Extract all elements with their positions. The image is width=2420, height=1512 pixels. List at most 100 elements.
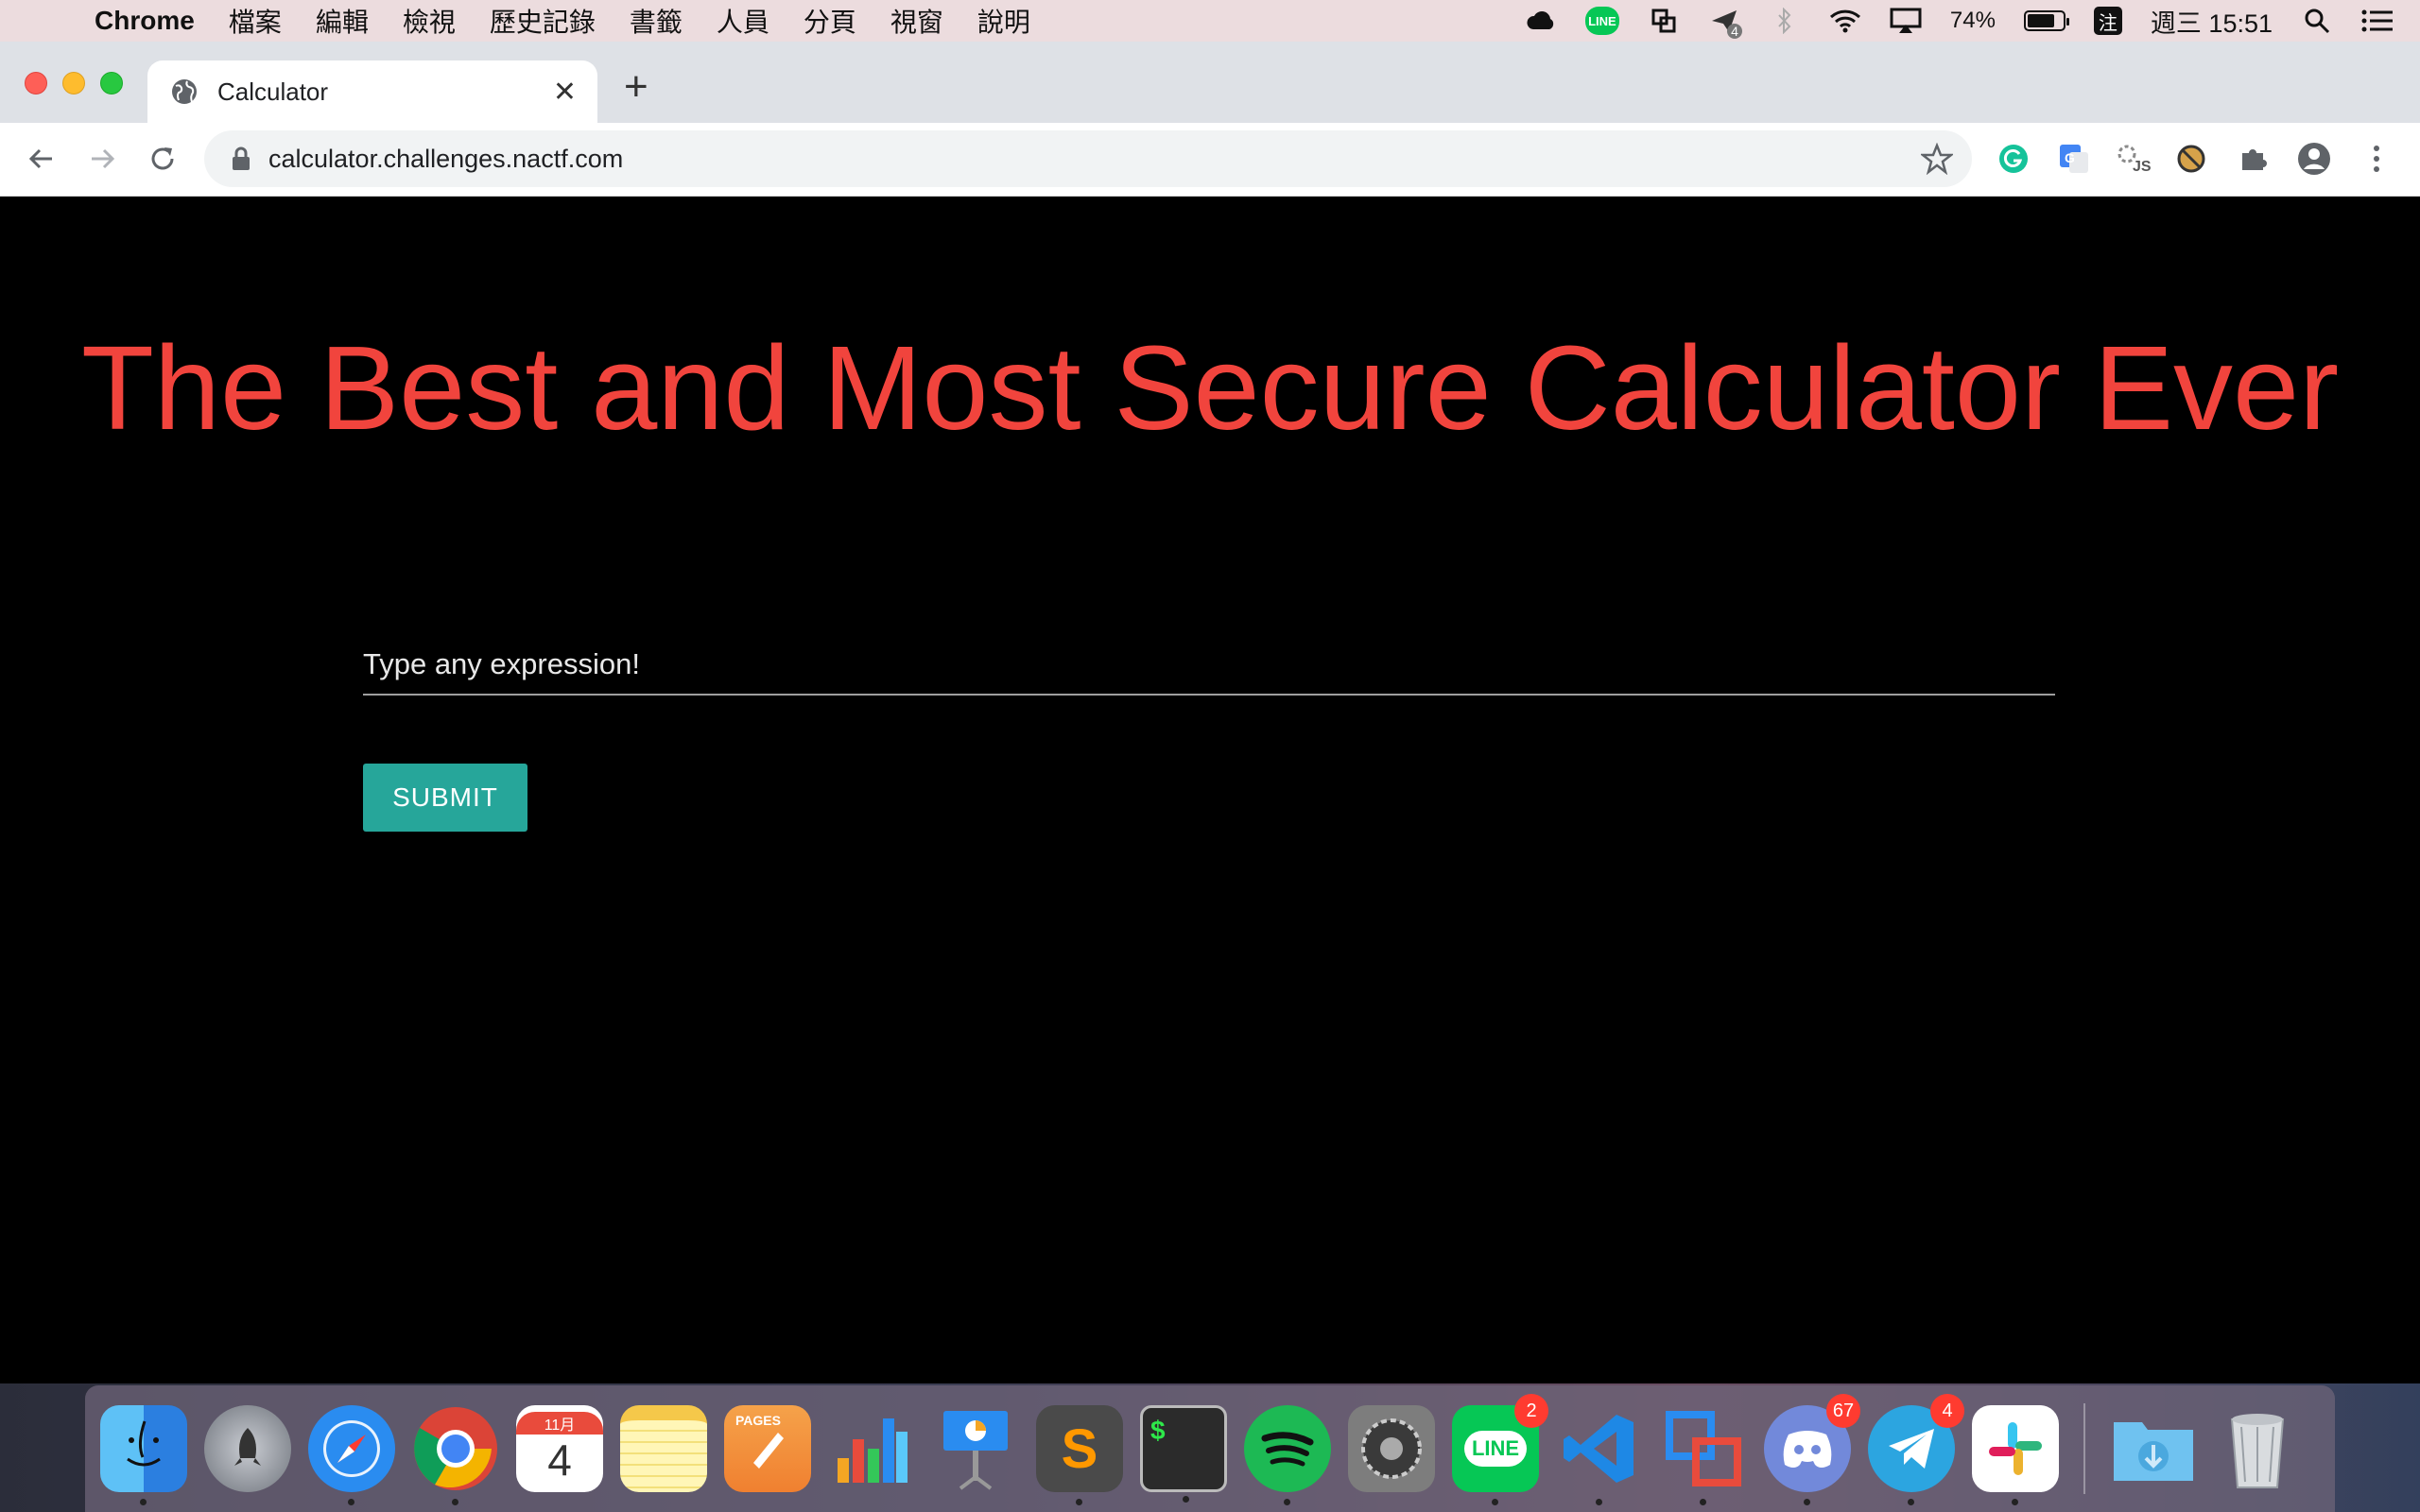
running-indicator: [1183, 1496, 1189, 1503]
cloud-sync-icon[interactable]: [1525, 7, 1557, 35]
dock-telegram[interactable]: 4: [1868, 1394, 1964, 1505]
address-bar[interactable]: calculator.challenges.nactf.com: [204, 130, 1972, 187]
menu-item-edit[interactable]: 編輯: [316, 2, 369, 40]
battery-icon[interactable]: [2023, 10, 2069, 31]
dock-system-preferences[interactable]: [1348, 1405, 1435, 1492]
notification-badge: 67: [1826, 1394, 1860, 1428]
browser-window: Calculator ✕ + calculator.challenges.nac…: [0, 42, 2420, 1383]
browser-toolbar: calculator.challenges.nactf.com G JS: [0, 123, 2420, 197]
menu-item-history[interactable]: 歷史記錄: [490, 2, 596, 40]
bookmark-star-icon[interactable]: [1921, 143, 1953, 175]
dock-pages[interactable]: PAGES: [724, 1405, 811, 1492]
running-indicator: [1804, 1499, 1810, 1505]
menu-item-help[interactable]: 說明: [977, 2, 1030, 40]
running-indicator: [348, 1499, 354, 1505]
battery-fill: [2027, 14, 2055, 27]
input-method-icon[interactable]: 注: [2093, 7, 2122, 35]
dock-line[interactable]: LINE 2: [1452, 1394, 1548, 1505]
back-button[interactable]: [21, 138, 62, 180]
profile-avatar-icon[interactable]: [2295, 140, 2333, 178]
menu-item-people[interactable]: 人員: [717, 2, 769, 40]
running-indicator: [140, 1499, 147, 1505]
globe-icon: [172, 79, 197, 104]
tab-title: Calculator: [217, 77, 329, 106]
extensions-puzzle-icon[interactable]: [2235, 140, 2273, 178]
menu-app-name[interactable]: Chrome: [95, 6, 195, 36]
menu-item-file[interactable]: 檔案: [229, 2, 282, 40]
running-indicator: [1284, 1499, 1290, 1505]
window-minimize-button[interactable]: [62, 72, 85, 94]
arrow-left-icon: [28, 148, 52, 169]
running-indicator: [1596, 1499, 1602, 1505]
dock-launchpad[interactable]: [204, 1405, 291, 1492]
reload-button[interactable]: [142, 138, 183, 180]
chrome-menu-icon[interactable]: [2358, 140, 2395, 178]
google-translate-icon[interactable]: G: [2055, 140, 2093, 178]
menu-item-view[interactable]: 檢視: [403, 2, 456, 40]
dock-slack[interactable]: [1972, 1405, 2059, 1505]
tab-calculator[interactable]: Calculator ✕: [147, 60, 597, 123]
dock-downloads[interactable]: [2110, 1405, 2197, 1492]
status-tray: LINE 4 74% 注 週三 15:51: [1525, 0, 2394, 42]
menu-item-bookmarks[interactable]: 書籤: [630, 2, 683, 40]
airplay-icon[interactable]: [1890, 7, 1922, 35]
slack-icon: [1989, 1422, 2042, 1475]
line-icon: LINE: [1463, 1431, 1528, 1467]
blocked-extension-icon[interactable]: [2172, 140, 2210, 178]
copy-clip-icon[interactable]: [1648, 7, 1680, 35]
dock-trash[interactable]: [2214, 1405, 2301, 1492]
forward-button[interactable]: [81, 138, 123, 180]
dock-chrome[interactable]: [412, 1405, 499, 1505]
spotlight-search-icon[interactable]: [2301, 7, 2333, 35]
discord-icon: [1783, 1431, 1832, 1468]
keynote-icon: [943, 1411, 1008, 1490]
dock-discord[interactable]: 67: [1764, 1394, 1860, 1505]
running-indicator: [1492, 1499, 1498, 1505]
dock-sublime-text[interactable]: S: [1036, 1405, 1123, 1505]
running-indicator: [1908, 1499, 1914, 1505]
url-text[interactable]: calculator.challenges.nactf.com: [268, 145, 1921, 174]
calendar-month: 11月: [516, 1412, 603, 1435]
dock-vmware[interactable]: [1660, 1405, 1747, 1505]
line-tray-icon[interactable]: LINE: [1584, 7, 1619, 35]
running-indicator: [2012, 1499, 2018, 1505]
tab-close-icon[interactable]: ✕: [553, 76, 577, 109]
window-zoom-button[interactable]: [100, 72, 123, 94]
send-icon[interactable]: 4: [1708, 7, 1742, 39]
dock-finder[interactable]: [100, 1405, 187, 1505]
expression-input[interactable]: [363, 635, 2055, 696]
chart-icon: [838, 1418, 908, 1483]
dock-calendar[interactable]: 11月 4: [516, 1405, 603, 1492]
grammarly-icon[interactable]: [1995, 140, 2032, 178]
dock: 11月 4 PAGES S $ LINE 2 67 4: [85, 1385, 2335, 1512]
sublime-icon: S: [1061, 1418, 1098, 1480]
tab-strip: Calculator ✕ +: [0, 42, 2420, 123]
compass-icon: [323, 1420, 380, 1477]
window-close-button[interactable]: [25, 72, 47, 94]
wifi-icon[interactable]: [1829, 7, 1861, 35]
dock-safari[interactable]: [308, 1405, 395, 1505]
dock-notes[interactable]: [620, 1405, 707, 1492]
terminal-icon: $: [1150, 1416, 1166, 1445]
menu-item-tab[interactable]: 分頁: [804, 2, 856, 40]
spotify-icon: [1261, 1432, 1314, 1467]
js-extension-icon[interactable]: JS: [2116, 140, 2153, 178]
notification-center-icon[interactable]: [2361, 7, 2394, 35]
dock-numbers[interactable]: [828, 1405, 915, 1492]
dock-keynote[interactable]: [932, 1405, 1019, 1492]
bluetooth-icon[interactable]: [1769, 7, 1801, 35]
dock-vscode[interactable]: [1556, 1405, 1643, 1505]
running-indicator: [1700, 1499, 1706, 1505]
svg-text:JS: JS: [2133, 159, 2152, 175]
notification-badge: 4: [1930, 1394, 1964, 1428]
dock-terminal[interactable]: $: [1140, 1405, 1227, 1503]
menu-bar: Chrome 檔案 編輯 檢視 歷史記錄 書籤 人員 分頁 視窗 說明 LINE…: [0, 0, 2420, 42]
menu-item-window[interactable]: 視窗: [890, 2, 943, 40]
running-indicator: [452, 1499, 458, 1505]
page-content: The Best and Most Secure Calculator Ever…: [0, 197, 2420, 1383]
vscode-icon: [1564, 1415, 1634, 1483]
submit-button[interactable]: SUBMIT: [363, 764, 527, 832]
clock[interactable]: 週三 15:51: [2151, 3, 2273, 40]
dock-spotify[interactable]: [1244, 1405, 1331, 1505]
new-tab-button[interactable]: +: [624, 66, 648, 108]
